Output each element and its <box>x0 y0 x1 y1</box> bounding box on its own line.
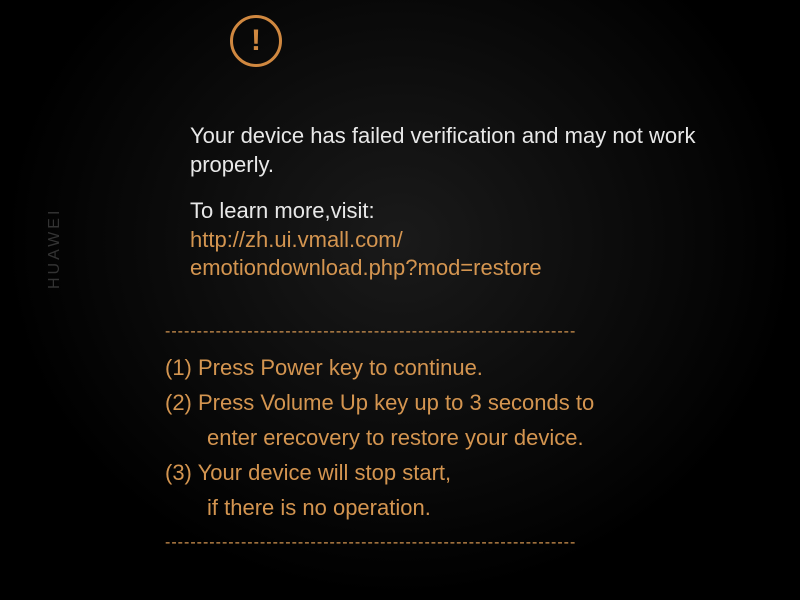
bootloader-screen: ! Your device has failed verification an… <box>0 0 800 552</box>
url-line: http://zh.ui.vmall.com/ <box>190 226 700 255</box>
instruction-list: (1) Press Power key to continue. (2) Pre… <box>165 351 700 524</box>
warning-icon: ! <box>230 15 282 67</box>
instruction-1: (1) Press Power key to continue. <box>165 351 700 384</box>
device-brand: HUAWEI <box>46 208 64 289</box>
instruction-2-cont: enter erecovery to restore your device. <box>165 421 700 454</box>
learn-more-prompt: To learn more,visit: <box>190 197 700 226</box>
exclamation-icon: ! <box>251 26 261 56</box>
url-line: emotiondownload.php?mod=restore <box>190 254 700 283</box>
instruction-3-cont: if there is no operation. <box>165 491 700 524</box>
instruction-2: (2) Press Volume Up key up to 3 seconds … <box>165 386 700 419</box>
divider-top: ----------------------------------------… <box>165 323 700 341</box>
restore-url: http://zh.ui.vmall.com/ emotiondownload.… <box>190 226 700 283</box>
instruction-3: (3) Your device will stop start, <box>165 456 700 489</box>
divider-bottom: ----------------------------------------… <box>165 534 700 552</box>
verification-failed-message: Your device has failed verification and … <box>190 122 700 179</box>
